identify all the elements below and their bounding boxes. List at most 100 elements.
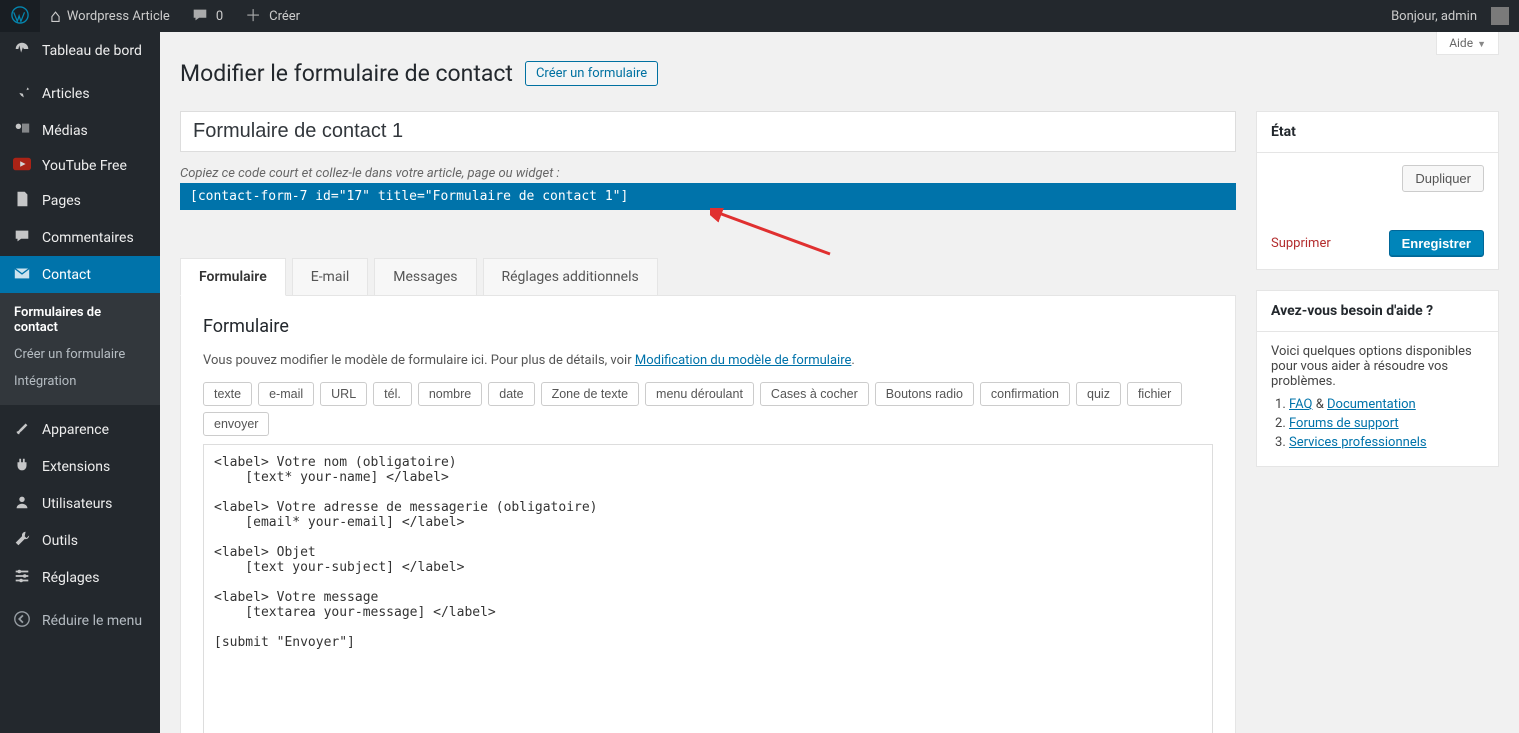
tag-generator-confirmation[interactable]: confirmation — [980, 382, 1070, 406]
dashboard-icon — [12, 40, 32, 61]
home-icon — [50, 6, 61, 27]
side-column: État Dupliquer Supprimer Enregistrer Ave… — [1256, 111, 1499, 467]
comment-icon — [12, 227, 32, 248]
pro-link[interactable]: Services professionnels — [1289, 435, 1427, 450]
menu-appearance[interactable]: Apparence — [0, 411, 160, 448]
site-title: Wordpress Article — [67, 9, 170, 24]
tag-generator-t-l-[interactable]: tél. — [373, 382, 412, 406]
my-account[interactable]: Bonjour, admin — [1381, 0, 1519, 32]
submenu-integration[interactable]: Intégration — [0, 368, 160, 395]
page-title: Modifier le formulaire de contact Créer … — [180, 60, 1499, 87]
tag-generator-menu-d-roulant[interactable]: menu déroulant — [645, 382, 754, 406]
add-new-button[interactable]: Créer un formulaire — [525, 61, 658, 86]
delete-link[interactable]: Supprimer — [1271, 236, 1331, 251]
wordpress-icon — [10, 6, 30, 27]
menu-label: Réglages — [42, 570, 99, 586]
help-item-forums: Forums de support — [1289, 416, 1484, 431]
tag-generator-e-mail[interactable]: e-mail — [258, 382, 314, 406]
comment-icon — [190, 6, 210, 27]
form-template-textarea[interactable] — [203, 444, 1213, 733]
media-icon — [12, 120, 32, 141]
menu-pages[interactable]: Pages — [0, 182, 160, 219]
tab-mail[interactable]: E-mail — [292, 258, 369, 296]
tag-generator-fichier[interactable]: fichier — [1127, 382, 1182, 406]
form-panel: Formulaire Vous pouvez modifier le modèl… — [180, 296, 1236, 733]
menu-label: Outils — [42, 533, 78, 549]
help-item-pro: Services professionnels — [1289, 435, 1484, 450]
page-heading-text: Modifier le formulaire de contact — [180, 60, 513, 87]
forums-link[interactable]: Forums de support — [1289, 416, 1399, 431]
tag-generator-texte[interactable]: texte — [203, 382, 252, 406]
new-label: Créer — [269, 9, 300, 24]
admin-menu: Tableau de bord Articles Médias YouTube … — [0, 32, 160, 733]
menu-plugins[interactable]: Extensions — [0, 448, 160, 485]
submenu-contact: Formulaires de contact Créer un formulai… — [0, 293, 160, 405]
menu-label: Utilisateurs — [42, 496, 112, 512]
menu-youtube[interactable]: YouTube Free — [0, 149, 160, 182]
page-icon — [12, 190, 32, 211]
tag-generator-Cases-cocher[interactable]: Cases à cocher — [760, 382, 869, 406]
help-item-faq: FAQ & Documentation — [1289, 397, 1484, 412]
submenu-forms[interactable]: Formulaires de contact — [0, 299, 160, 341]
template-doc-link[interactable]: Modification du modèle de formulaire — [635, 353, 852, 368]
wrench-icon — [12, 530, 32, 551]
tab-form[interactable]: Formulaire — [180, 258, 286, 296]
menu-label: Commentaires — [42, 230, 134, 246]
faq-link[interactable]: FAQ — [1289, 397, 1312, 412]
menu-label: YouTube Free — [42, 158, 127, 174]
menu-collapse[interactable]: Réduire le menu — [0, 602, 160, 639]
docs-link[interactable]: Documentation — [1327, 397, 1416, 412]
site-name[interactable]: Wordpress Article — [40, 0, 180, 32]
plus-icon: ＋ — [243, 8, 263, 24]
menu-label: Articles — [42, 86, 90, 102]
menu-posts[interactable]: Articles — [0, 75, 160, 112]
help-lead: Voici quelques options disponibles pour … — [1271, 344, 1484, 389]
tag-generator-quiz[interactable]: quiz — [1076, 382, 1121, 406]
tab-messages[interactable]: Messages — [374, 258, 476, 296]
chevron-down-icon: ▼ — [1477, 40, 1486, 50]
youtube-icon — [12, 157, 32, 174]
admin-bar: Wordpress Article 0 ＋ Créer Bonjour, adm… — [0, 0, 1519, 32]
comments-bubble[interactable]: 0 — [180, 0, 233, 32]
submenu-new-form[interactable]: Créer un formulaire — [0, 341, 160, 368]
shortcode-input[interactable] — [180, 183, 1236, 210]
help-tab[interactable]: Aide ▼ — [1436, 32, 1499, 55]
help-heading: Avez-vous besoin d'aide ? — [1257, 291, 1498, 332]
tag-generator-nombre[interactable]: nombre — [418, 382, 482, 406]
form-title-input[interactable] — [180, 111, 1236, 152]
sliders-icon — [12, 567, 32, 588]
status-heading: État — [1257, 112, 1498, 153]
brush-icon — [12, 419, 32, 440]
content-area: Aide ▼ Modifier le formulaire de contact … — [160, 32, 1519, 733]
duplicate-button[interactable]: Dupliquer — [1402, 165, 1484, 192]
menu-settings[interactable]: Réglages — [0, 559, 160, 596]
menu-comments[interactable]: Commentaires — [0, 219, 160, 256]
help-box: Avez-vous besoin d'aide ? Voici quelques… — [1256, 290, 1499, 467]
avatar — [1491, 7, 1509, 25]
tab-additional[interactable]: Réglages additionnels — [483, 258, 658, 296]
menu-contact[interactable]: Contact — [0, 256, 160, 293]
menu-label: Réduire le menu — [42, 613, 142, 629]
tag-generator-date[interactable]: date — [488, 382, 534, 406]
menu-dashboard[interactable]: Tableau de bord — [0, 32, 160, 69]
panel-heading: Formulaire — [203, 316, 1213, 337]
save-button[interactable]: Enregistrer — [1389, 230, 1484, 257]
menu-media[interactable]: Médias — [0, 112, 160, 149]
menu-label: Extensions — [42, 459, 110, 475]
menu-label: Pages — [42, 193, 81, 209]
wp-logo[interactable] — [0, 0, 40, 32]
collapse-icon — [12, 610, 32, 631]
tag-generator-Zone-de-texte[interactable]: Zone de texte — [541, 382, 639, 406]
pin-icon — [12, 83, 32, 104]
tag-generator-envoyer[interactable]: envoyer — [203, 412, 269, 436]
status-box: État Dupliquer Supprimer Enregistrer — [1256, 111, 1499, 270]
help-label: Aide — [1449, 36, 1473, 50]
mail-icon — [12, 264, 32, 285]
menu-users[interactable]: Utilisateurs — [0, 485, 160, 522]
tag-generator-URL[interactable]: URL — [320, 382, 367, 406]
new-content[interactable]: ＋ Créer — [233, 0, 310, 32]
shortcode-hint: Copiez ce code court et collez-le dans v… — [180, 166, 1236, 181]
tag-generator-Boutons-radio[interactable]: Boutons radio — [875, 382, 974, 406]
menu-tools[interactable]: Outils — [0, 522, 160, 559]
howdy-text: Bonjour, admin — [1391, 9, 1477, 24]
